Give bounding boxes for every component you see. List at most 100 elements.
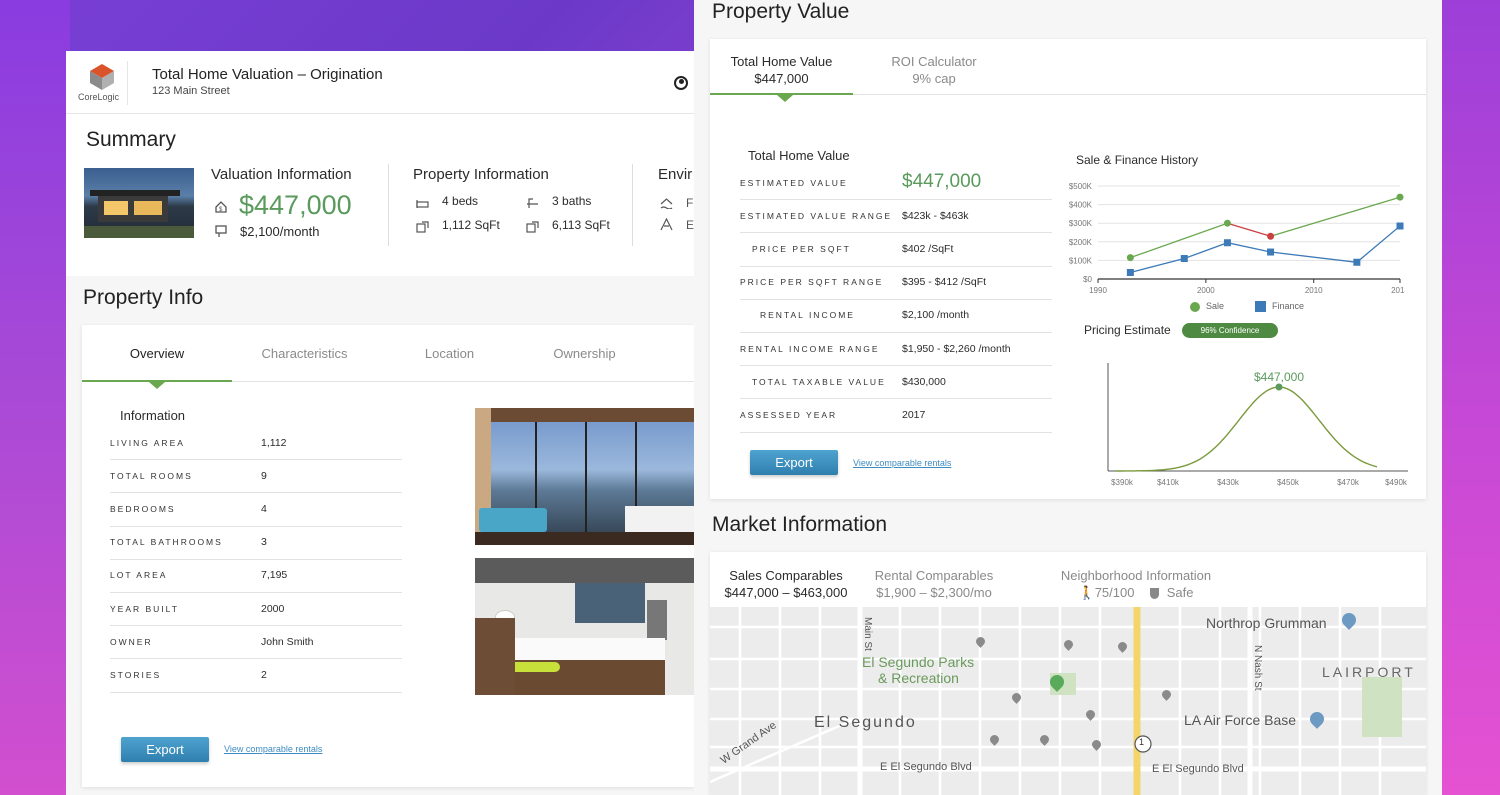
- interior-photo-living: [475, 408, 694, 545]
- walk-icon: 🚶: [1078, 585, 1095, 600]
- home-value: $447,000: [239, 190, 352, 220]
- row-label: OWNER: [110, 636, 153, 647]
- view-comparable-rentals-link[interactable]: View comparable rentals: [224, 744, 322, 754]
- tab-rental-sub: $1,900 – $2,300/mo: [876, 585, 992, 600]
- sqft-icon: [416, 220, 429, 238]
- baths-count: 3: [552, 194, 559, 208]
- legend-sale: Sale: [1190, 301, 1224, 312]
- tab-characteristics[interactable]: Characteristics: [232, 346, 377, 361]
- row-label: RENTAL INCOME RANGE: [740, 343, 880, 354]
- table-row: RENTAL INCOME RANGE $1,950 - $2,260 /mont…: [740, 333, 1052, 367]
- tab-roi-sub: 9% cap: [912, 71, 956, 86]
- home-value-icon: $: [214, 200, 228, 219]
- row-label: ESTIMATED VALUE RANGE: [740, 210, 893, 221]
- x-tick-label: 2000: [1197, 286, 1215, 295]
- tab-rental-comparables[interactable]: Rental Comparables $1,900 – $2,300/mo: [860, 568, 1008, 600]
- map-label-parks-2[interactable]: & Recreation: [878, 670, 959, 686]
- table-row: TOTAL ROOMS 9: [110, 460, 402, 494]
- environment-heading: Envir: [658, 166, 693, 183]
- summary-heading: Summary: [86, 128, 176, 151]
- tab-total-home-value[interactable]: Total Home Value $447,000: [710, 54, 853, 86]
- row-label: TOTAL BATHROOMS: [110, 537, 223, 548]
- view-comparable-rentals-link[interactable]: View comparable rentals: [853, 458, 951, 468]
- y-tick-label: $200K: [1069, 238, 1093, 247]
- table-row: PRICE PER SQFT $402 /SqFt: [740, 233, 1052, 267]
- row-value: 2000: [261, 602, 285, 615]
- header-bar: CoreLogic Total Home Valuation – Origina…: [66, 51, 694, 114]
- sale-line: [1130, 222, 1228, 259]
- property-info-heading: Property Information: [413, 166, 549, 183]
- table-row: ASSESSED YEAR 2017: [740, 399, 1052, 433]
- row-value: 4: [261, 502, 267, 515]
- export-button[interactable]: Export: [750, 450, 838, 475]
- map-label-la-air-force[interactable]: LA Air Force Base: [1184, 712, 1296, 728]
- sale-line-drop: [1227, 222, 1271, 237]
- pricing-estimate-title: Pricing Estimate: [1084, 323, 1171, 337]
- x-tick-label: $430k: [1217, 478, 1240, 487]
- map-label-northrop[interactable]: Northrop Grumman: [1206, 615, 1327, 631]
- row-value: 3: [261, 536, 267, 549]
- row-value: 2: [261, 668, 267, 681]
- map-label-parks-1[interactable]: El Segundo Parks: [862, 654, 974, 670]
- property-value-heading: Property Value: [712, 0, 850, 23]
- confidence-badge: 96% Confidence: [1182, 323, 1278, 338]
- lot-count: 6,113: [552, 218, 582, 232]
- summary-panel: Summary Valuation Information $ $447,000…: [66, 114, 701, 276]
- finance-point: [1353, 258, 1361, 266]
- lot-value: 6,113 SqFt: [552, 218, 610, 232]
- tab-sales-title: Sales Comparables: [729, 568, 843, 583]
- row-label: TOTAL TAXABLE VALUE: [752, 376, 886, 387]
- table-row: STORIES 2: [110, 659, 402, 693]
- tab-neighborhood-sub: 🚶75/100 Safe: [1046, 585, 1226, 601]
- user-account-icon[interactable]: [674, 76, 688, 90]
- map-label-lairport: LAIRPORT: [1322, 664, 1416, 680]
- legend-sale-label: Sale: [1206, 301, 1225, 311]
- map-label-el-segundo: El Segundo: [814, 714, 917, 731]
- market-card: Sales Comparables $447,000 – $463,000 Re…: [710, 552, 1426, 795]
- sqft-count: 1,112: [442, 218, 472, 232]
- finance-point: [1223, 239, 1231, 247]
- lot-label: SqFt: [584, 218, 610, 232]
- x-tick-label: $390k: [1111, 478, 1134, 487]
- tab-neighborhood-information[interactable]: Neighborhood Information 🚶75/100 Safe: [1046, 568, 1226, 601]
- tab-roi-title: ROI Calculator: [891, 54, 977, 69]
- row-label: TOTAL ROOMS: [110, 470, 193, 481]
- row-value: $447,000: [902, 170, 982, 192]
- tab-neighborhood-title: Neighborhood Information: [1060, 568, 1212, 583]
- beds-value: 4 beds: [442, 194, 478, 208]
- tab-ownership[interactable]: Ownership: [522, 346, 647, 361]
- sale-line: [1270, 196, 1401, 237]
- pricing-estimate-chart: $447,000 $390k $410k $430k $450k $470k $490k: [1107, 363, 1408, 487]
- estimate-curve: [1116, 386, 1378, 472]
- row-label: ASSESSED YEAR: [740, 409, 838, 420]
- sale-point: [1267, 232, 1275, 240]
- finance-point: [1126, 268, 1134, 276]
- baths-label: baths: [562, 194, 592, 208]
- y-tick-label: $0: [1083, 275, 1092, 284]
- neighborhood-map[interactable]: 1 Northrop Grumman LAIRPORT El Segundo P…: [710, 607, 1426, 795]
- table-row: OWNER John Smith: [110, 626, 402, 660]
- row-label: PRICE PER SQFT RANGE: [740, 277, 884, 288]
- legend-finance: Finance: [1255, 301, 1304, 313]
- tab-roi-calculator[interactable]: ROI Calculator 9% cap: [860, 54, 1008, 86]
- bed-icon: [416, 196, 429, 214]
- tab-sales-sub: $447,000 – $463,000: [724, 585, 848, 600]
- row-value: $1,950 - $2,260 /month: [902, 342, 1011, 355]
- map-streets: [710, 607, 1426, 795]
- shield-icon: [1150, 588, 1160, 600]
- table-row: BEDROOMS 4: [110, 493, 402, 527]
- logo-text: CoreLogic: [78, 92, 120, 102]
- tab-sales-comparables[interactable]: Sales Comparables $447,000 – $463,000: [714, 568, 858, 600]
- row-value: 7,195: [261, 569, 288, 582]
- beds-count: 4: [442, 194, 449, 208]
- route-1-marker: 1: [1139, 737, 1145, 747]
- table-row: TOTAL TAXABLE VALUE $430,000: [740, 366, 1052, 400]
- tab-location[interactable]: Location: [377, 346, 522, 361]
- x-tick-label: 2018: [1391, 286, 1405, 295]
- tab-overview[interactable]: Overview: [82, 346, 232, 361]
- x-tick-label: $470k: [1337, 478, 1360, 487]
- export-button[interactable]: Export: [121, 737, 209, 762]
- table-row: RENTAL INCOME $2,100 /month: [740, 300, 1052, 333]
- property-info-heading: Property Info: [83, 286, 204, 309]
- map-label-blvd-west: E El Segundo Blvd: [880, 761, 972, 773]
